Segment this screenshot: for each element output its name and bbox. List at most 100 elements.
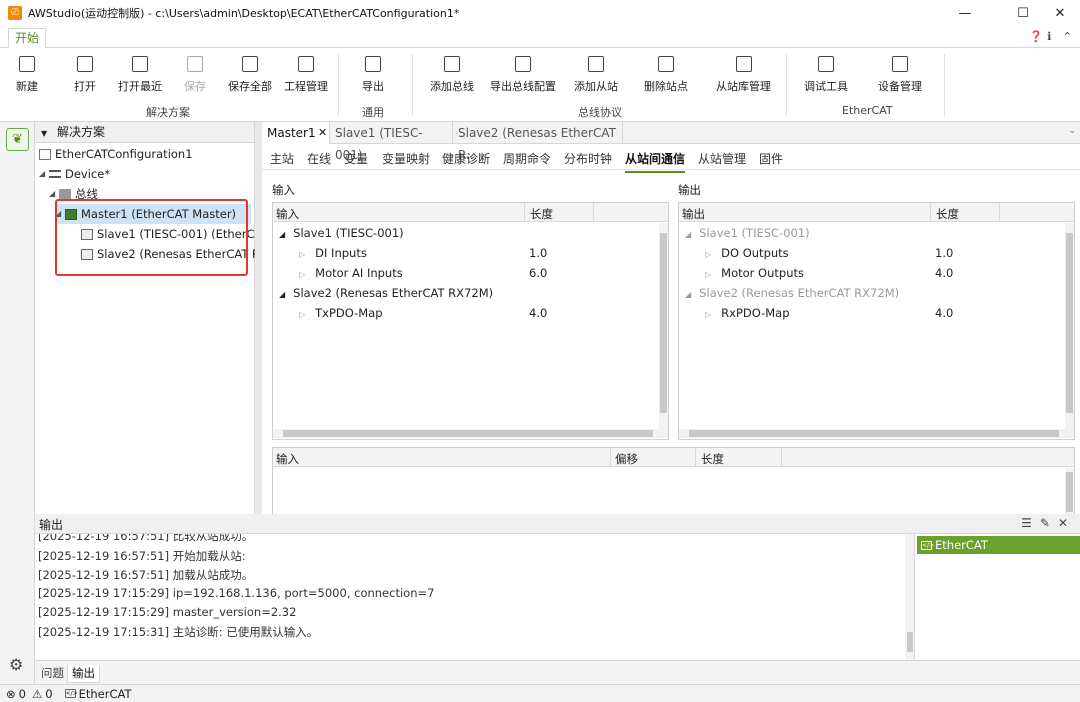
- tree-node-device[interactable]: ◢ Device*: [39, 164, 110, 184]
- solution-leaf-icon[interactable]: ❦: [6, 128, 29, 151]
- scroll-thumb[interactable]: [283, 430, 653, 437]
- slave-lib-mgmt-button[interactable]: 从站库管理: [716, 56, 771, 94]
- save-all-label: 保存全部: [228, 80, 272, 93]
- expand-arrow-icon[interactable]: ◢: [685, 290, 691, 299]
- pin-icon[interactable]: ✎: [1040, 516, 1058, 530]
- expand-arrow-icon[interactable]: ▷: [705, 310, 711, 319]
- subtab-variables[interactable]: 变量: [344, 150, 368, 167]
- sub-tabs: 主站 在线 变量 变量映射 健康诊断 周期命令 分布时钟 从站间通信 从站管理 …: [262, 144, 1080, 173]
- row-length: 4.0: [935, 306, 954, 320]
- output-row-rxpdo[interactable]: ▷ RxPDO-Map 4.0: [705, 303, 1005, 323]
- ribbon-tab-start[interactable]: 开始: [8, 28, 47, 48]
- mapping-grid-vscroll[interactable]: [1065, 468, 1074, 514]
- subtab-online[interactable]: 在线: [307, 150, 331, 167]
- channel-item-ethercat[interactable]: </> EtherCAT: [917, 536, 1080, 554]
- device-mgmt-button[interactable]: 设备管理: [878, 56, 922, 94]
- save-button[interactable]: 保存: [184, 56, 206, 94]
- device-icon: [49, 170, 61, 178]
- input-row-di[interactable]: ▷ DI Inputs 1.0: [299, 243, 599, 263]
- expand-arrow-icon[interactable]: ◢: [279, 290, 285, 299]
- tree-node-config[interactable]: EtherCATConfiguration1: [39, 144, 193, 164]
- project-mgmt-button[interactable]: 工程管理: [284, 56, 328, 94]
- open-recent-button[interactable]: 打开最近: [118, 56, 162, 94]
- project-icon: [298, 56, 314, 72]
- tree-node-device-label: Device*: [65, 167, 111, 181]
- expand-arrow-icon[interactable]: ▷: [299, 270, 305, 279]
- subtab-master[interactable]: 主站: [270, 150, 294, 167]
- export-button[interactable]: 导出: [362, 56, 384, 94]
- input-row-slave2[interactable]: ◢ Slave2 (Renesas EtherCAT RX72M): [279, 283, 493, 303]
- expand-arrow-icon[interactable]: ◢: [39, 164, 49, 184]
- subtab-dist-clock[interactable]: 分布时钟: [564, 150, 612, 167]
- subtab-cyclic-cmd[interactable]: 周期命令: [503, 150, 551, 167]
- status-bar: ⊗ 0 ⚠ 0 </> EtherCAT: [0, 684, 1080, 702]
- add-slave-button[interactable]: 添加从站: [574, 56, 618, 94]
- error-icon[interactable]: ⊗: [6, 687, 16, 701]
- output-row-slave2[interactable]: ◢ Slave2 (Renesas EtherCAT RX72M): [685, 283, 899, 303]
- expand-arrow-icon[interactable]: ▷: [705, 270, 711, 279]
- input-col-name: 输入: [276, 207, 299, 221]
- expand-arrow-icon[interactable]: ◢: [685, 230, 691, 239]
- vertical-splitter[interactable]: [255, 122, 262, 514]
- input-row-txpdo[interactable]: ▷ TxPDO-Map 4.0: [299, 303, 599, 323]
- doc-tab-master1[interactable]: Master1 ✕: [262, 122, 330, 144]
- group-solution-label: 解决方案: [146, 106, 190, 119]
- save-all-button[interactable]: 保存全部: [228, 56, 272, 94]
- help-icon[interactable]: ❓ℹ ⌃: [1029, 30, 1076, 43]
- save-icon: [187, 56, 203, 72]
- output-grid: 输出 长度 ◢ Slave1 (TIESC-001) ▷ DO Outputs 1.0…: [678, 202, 1075, 440]
- subtab-var-mapping[interactable]: 变量映射: [382, 150, 430, 167]
- highlight-box: [55, 199, 248, 276]
- output-grid-vscroll[interactable]: [1065, 223, 1074, 429]
- library-icon: [735, 56, 752, 72]
- channel-list: </> EtherCAT: [915, 534, 1080, 660]
- debug-tool-button[interactable]: 调试工具: [804, 56, 848, 94]
- input-grid-vscroll[interactable]: [659, 223, 668, 429]
- scroll-thumb[interactable]: [1066, 472, 1073, 512]
- open-button[interactable]: 打开: [74, 56, 96, 94]
- list-icon[interactable]: ☰: [1021, 516, 1040, 530]
- expand-arrow-icon[interactable]: ▷: [299, 310, 305, 319]
- scroll-thumb[interactable]: [907, 632, 913, 652]
- chevron-down-icon[interactable]: ⌄: [1068, 126, 1076, 136]
- expand-arrow-icon[interactable]: ▷: [299, 250, 305, 259]
- scroll-thumb[interactable]: [660, 233, 667, 413]
- log-scrollbar[interactable]: [905, 534, 914, 660]
- warning-icon[interactable]: ⚠: [32, 687, 42, 701]
- input-section-label: 输入: [272, 183, 295, 197]
- input-row-slave1[interactable]: ◢ Slave1 (TIESC-001): [279, 223, 404, 243]
- output-grid-hscroll[interactable]: [679, 429, 1074, 438]
- scroll-thumb[interactable]: [689, 430, 1059, 437]
- output-row-do[interactable]: ▷ DO Outputs 1.0: [705, 243, 1005, 263]
- close-button[interactable]: ✕: [1040, 0, 1080, 26]
- input-row-motor-ai[interactable]: ▷ Motor AI Inputs 6.0: [299, 263, 599, 283]
- close-icon[interactable]: ✕: [1058, 516, 1076, 530]
- expand-arrow-icon[interactable]: ◢: [279, 230, 285, 239]
- add-bus-label: 添加总线: [430, 80, 474, 93]
- subtab-health[interactable]: 健康诊断: [442, 150, 490, 167]
- expand-arrow-icon[interactable]: ▷: [705, 250, 711, 259]
- output-row-slave1[interactable]: ◢ Slave1 (TIESC-001): [685, 223, 810, 243]
- save-all-icon: [242, 56, 258, 72]
- export-bus-config-button[interactable]: 导出总线配置: [490, 56, 556, 94]
- new-button[interactable]: 新建: [16, 56, 38, 94]
- scroll-thumb[interactable]: [1066, 233, 1073, 413]
- doc-tab-slave1[interactable]: Slave1 (TIESC-001): [330, 122, 450, 162]
- delete-slave-button[interactable]: 删除站点: [644, 56, 688, 94]
- input-grid-hscroll[interactable]: [273, 429, 668, 438]
- tab-problems[interactable]: 问题: [37, 665, 68, 683]
- output-row-motor[interactable]: ▷ Motor Outputs 4.0: [705, 263, 1005, 283]
- doc-tab-slave2[interactable]: Slave2 (Renesas EtherCAT R...: [452, 122, 622, 162]
- subtab-slave-mgmt[interactable]: 从站管理: [698, 150, 746, 167]
- minimize-button[interactable]: —: [942, 0, 988, 26]
- collapse-arrow-icon[interactable]: ▼: [41, 129, 47, 138]
- add-bus-button[interactable]: 添加总线: [430, 56, 474, 94]
- log-area[interactable]: [2025-12-19 16:57:51] 比较从站成功。 [2025-12-1…: [35, 534, 915, 660]
- subtab-firmware[interactable]: 固件: [759, 150, 783, 167]
- tab-output[interactable]: 输出: [67, 665, 100, 683]
- subtab-slave-comm[interactable]: 从站间通信: [625, 150, 686, 173]
- status-target[interactable]: EtherCAT: [79, 687, 132, 701]
- gear-icon[interactable]: ⚙: [9, 655, 23, 674]
- debug-tool-label: 调试工具: [804, 80, 848, 93]
- close-tab-icon[interactable]: ✕: [318, 122, 327, 144]
